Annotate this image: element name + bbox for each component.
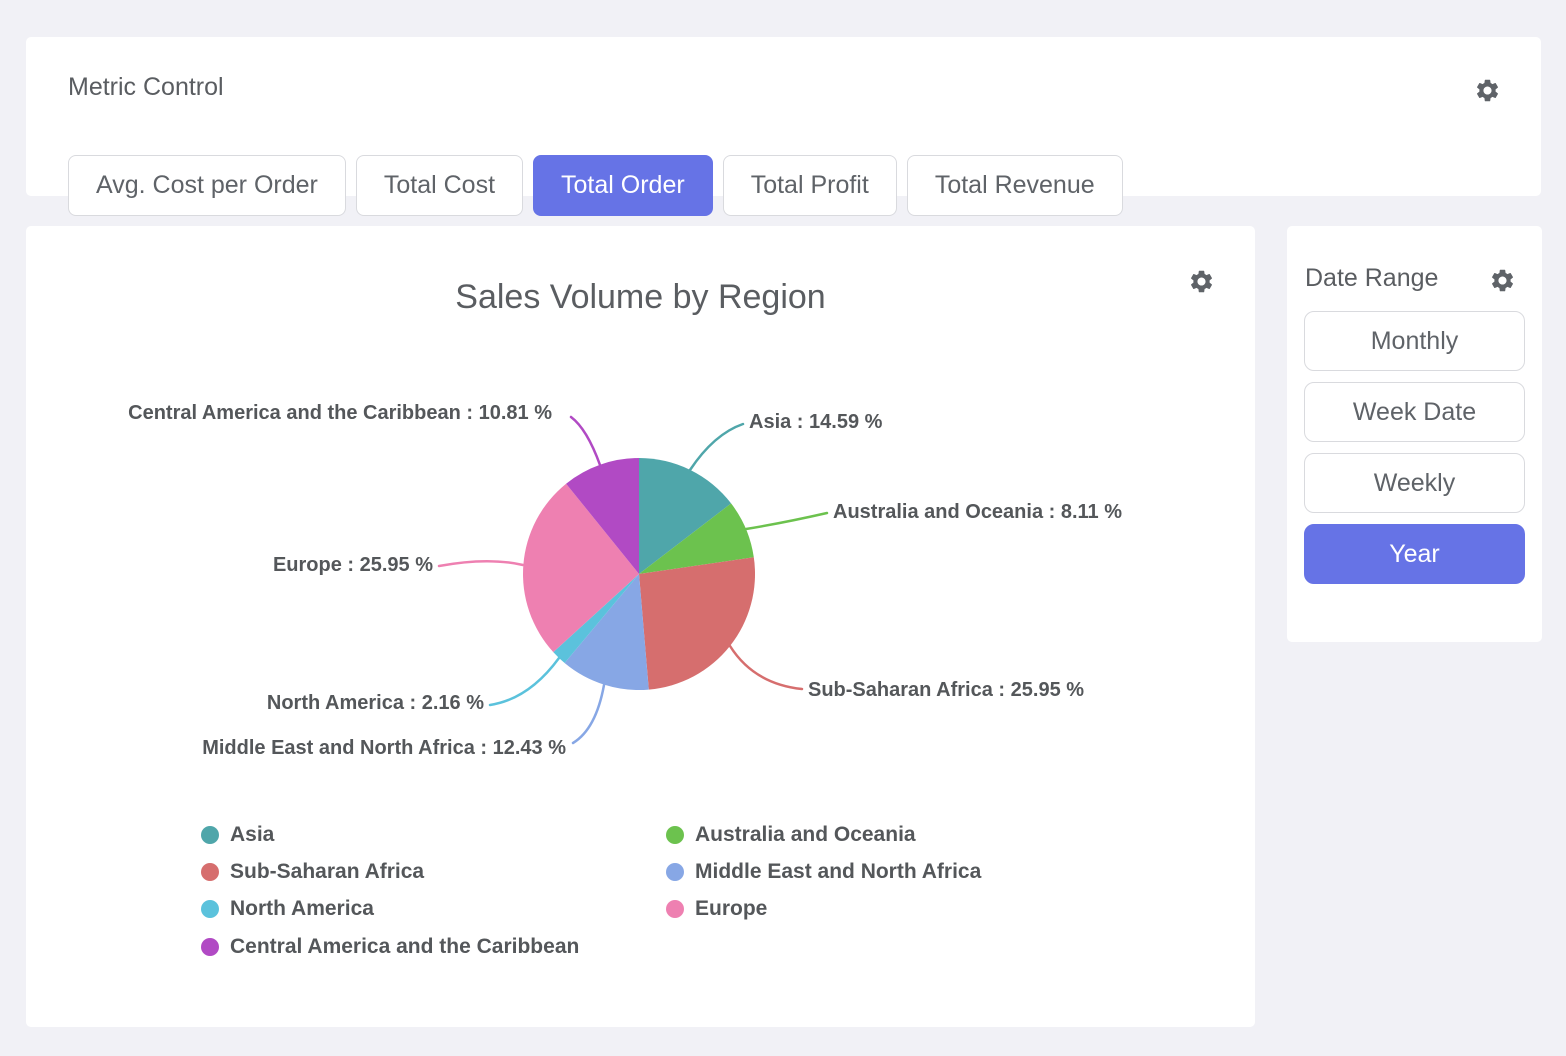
sales-volume-chart-panel: Sales Volume by Region Asia : 14.59 % Au…	[26, 226, 1255, 1027]
date-range-title: Date Range	[1305, 264, 1438, 293]
metric-button-total-profit[interactable]: Total Profit	[723, 155, 897, 216]
date-button-week-date[interactable]: Week Date	[1304, 382, 1525, 442]
legend-dot-australia-oceania	[666, 826, 684, 844]
metric-button-total-order[interactable]: Total Order	[533, 155, 713, 216]
date-button-weekly[interactable]: Weekly	[1304, 453, 1525, 513]
date-button-monthly[interactable]: Monthly	[1304, 311, 1525, 371]
legend-dot-middle-east-north-africa	[666, 863, 684, 881]
settings-gear-icon[interactable]	[1489, 267, 1516, 294]
leader-line-north-america	[490, 658, 559, 705]
callout-central-america-caribbean: Central America and the Caribbean : 10.8…	[128, 402, 552, 424]
callout-middle-east-north-africa: Middle East and North Africa : 12.43 %	[202, 737, 566, 759]
date-range-button-group: Monthly Week Date Weekly Year	[1304, 311, 1525, 584]
metric-control-title: Metric Control	[68, 73, 224, 102]
metric-button-total-cost[interactable]: Total Cost	[356, 155, 523, 216]
leader-line-middle-east-north-africa	[573, 685, 604, 743]
legend-label: Asia	[230, 823, 274, 847]
metric-button-group: Avg. Cost per Order Total Cost Total Ord…	[68, 155, 1123, 216]
legend-item-middle-east-north-africa[interactable]: Middle East and North Africa	[666, 860, 981, 884]
date-range-panel: Date Range Monthly Week Date Weekly Year	[1287, 226, 1542, 642]
leader-line-asia	[690, 424, 743, 470]
leader-line-europe	[439, 561, 523, 566]
pie-slice-sub-saharan-africa[interactable]	[639, 557, 755, 689]
legend-dot-sub-saharan-africa	[201, 863, 219, 881]
legend-label: Europe	[695, 897, 767, 921]
leader-line-sub-saharan-africa	[730, 646, 802, 689]
legend-label: Middle East and North Africa	[695, 860, 981, 884]
legend-item-sub-saharan-africa[interactable]: Sub-Saharan Africa	[201, 860, 424, 884]
date-button-year[interactable]: Year	[1304, 524, 1525, 584]
callout-north-america: North America : 2.16 %	[267, 692, 484, 714]
settings-gear-icon[interactable]	[1474, 77, 1501, 104]
metric-control-panel: Metric Control Avg. Cost per Order Total…	[26, 37, 1541, 196]
leader-line-australia-oceania	[746, 513, 827, 529]
metric-button-avg-cost-per-order[interactable]: Avg. Cost per Order	[68, 155, 346, 216]
legend-label: North America	[230, 897, 374, 921]
legend-item-australia-oceania[interactable]: Australia and Oceania	[666, 823, 916, 847]
legend-dot-north-america	[201, 900, 219, 918]
metric-button-total-revenue[interactable]: Total Revenue	[907, 155, 1123, 216]
callout-europe: Europe : 25.95 %	[273, 554, 433, 576]
callout-australia-oceania: Australia and Oceania : 8.11 %	[833, 501, 1122, 523]
legend-item-europe[interactable]: Europe	[666, 897, 767, 921]
legend-item-central-america-caribbean[interactable]: Central America and the Caribbean	[201, 935, 579, 959]
legend-dot-europe	[666, 900, 684, 918]
leader-line-central-america-caribbean	[571, 417, 600, 465]
callout-asia: Asia : 14.59 %	[749, 411, 883, 433]
legend-dot-asia	[201, 826, 219, 844]
legend-item-north-america[interactable]: North America	[201, 897, 374, 921]
legend-item-asia[interactable]: Asia	[201, 823, 274, 847]
legend-label: Sub-Saharan Africa	[230, 860, 424, 884]
legend-label: Central America and the Caribbean	[230, 935, 579, 959]
legend-dot-central-america-caribbean	[201, 938, 219, 956]
legend-label: Australia and Oceania	[695, 823, 916, 847]
callout-sub-saharan-africa: Sub-Saharan Africa : 25.95 %	[808, 679, 1084, 701]
